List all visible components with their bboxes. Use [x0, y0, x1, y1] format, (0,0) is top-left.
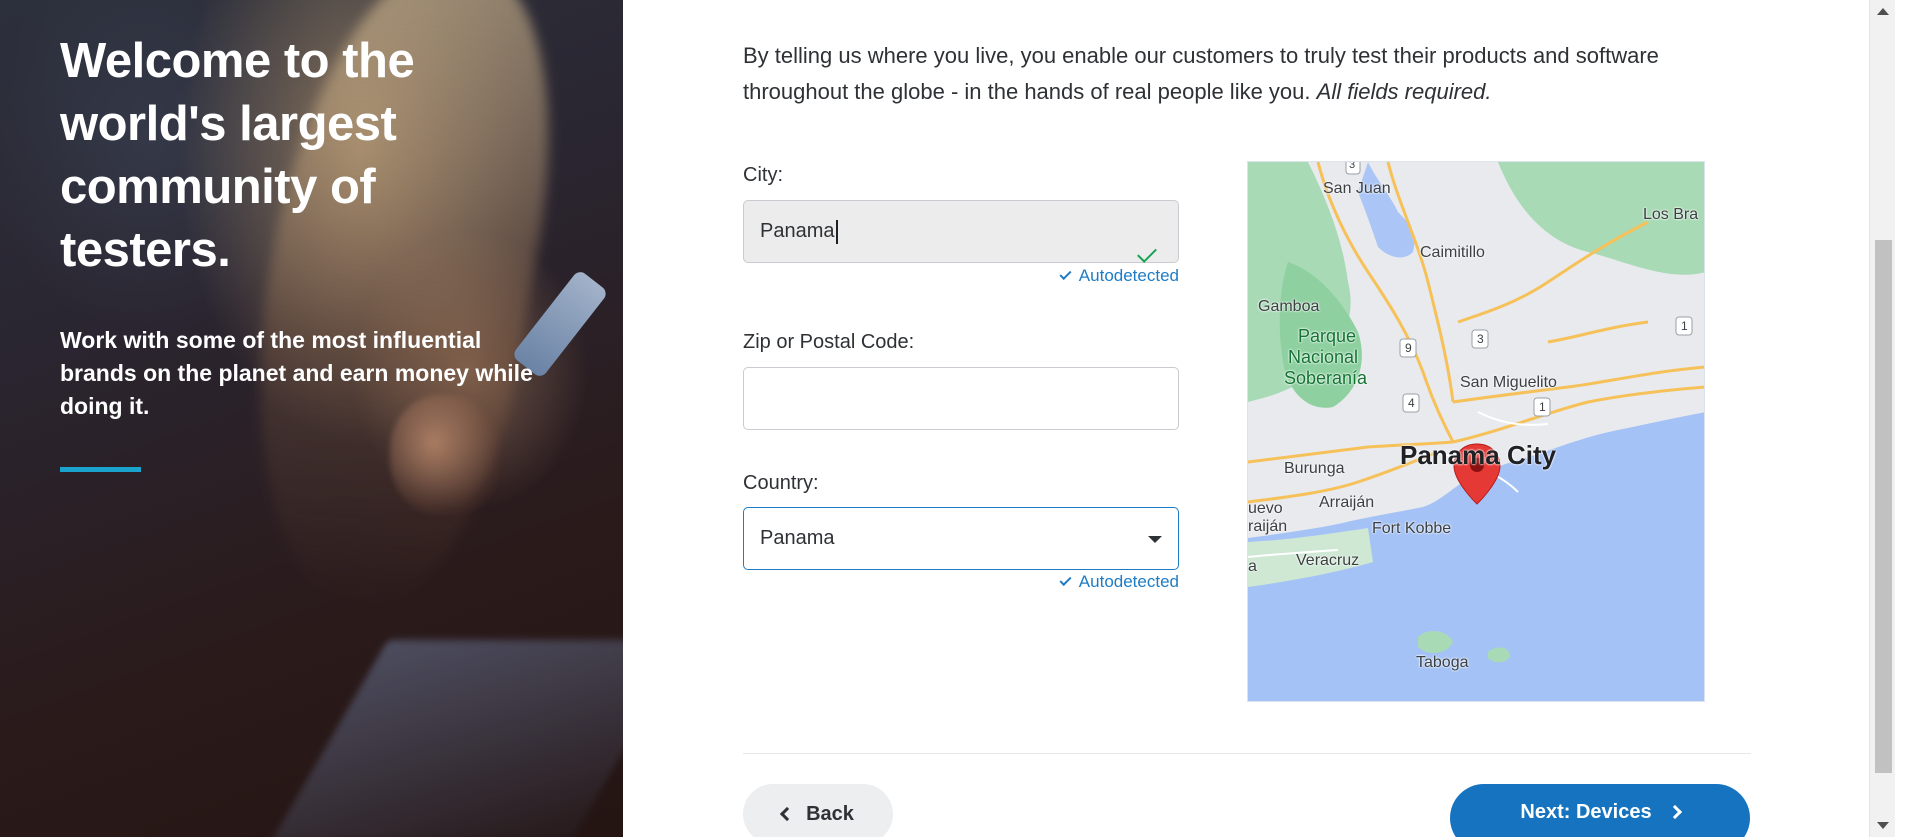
- chevron-right-icon: [1667, 804, 1682, 820]
- city-autodetected: Autodetected: [1048, 266, 1179, 286]
- scrollbar-thumb[interactable]: [1875, 240, 1892, 773]
- map-label: Fort Kobbe: [1372, 520, 1452, 537]
- next-button-label: Next: Devices: [1520, 800, 1652, 823]
- next-devices-button[interactable]: Next: Devices: [1450, 784, 1750, 837]
- scroll-up-arrow-icon[interactable]: [1877, 8, 1889, 15]
- country-autodetected: Autodetected: [1048, 572, 1179, 592]
- map-label: a: [1248, 558, 1257, 575]
- map-label: Veracruz: [1296, 552, 1360, 569]
- chevron-left-icon: [780, 806, 795, 822]
- valid-check-icon: [1137, 243, 1157, 263]
- zip-input[interactable]: [743, 367, 1179, 430]
- location-map[interactable]: 3 9 3 1 4 1 San Juan Los Bra Caimitillo …: [1247, 161, 1705, 702]
- map-shield: 1: [1681, 319, 1688, 333]
- dropdown-arrow-icon: [1148, 536, 1162, 543]
- country-select-value: Panama: [760, 527, 835, 549]
- hero-subtext: Work with some of the most influential b…: [60, 327, 533, 419]
- map-label: San Miguelito: [1460, 374, 1557, 391]
- hero-accent-bar: [60, 467, 141, 472]
- city-label: City:: [743, 164, 783, 186]
- back-button-label: Back: [806, 802, 854, 825]
- map-label: uevo: [1248, 500, 1283, 517]
- hero-headline: Welcome to the world's largest community…: [60, 34, 415, 277]
- map-shield: 4: [1408, 396, 1415, 410]
- map-label: Parque: [1298, 326, 1357, 346]
- map-label: Burunga: [1284, 460, 1345, 477]
- page-scrollbar[interactable]: [1869, 0, 1895, 837]
- intro-text: By telling us where you live, you enable…: [743, 38, 1763, 110]
- zip-label: Zip or Postal Code:: [743, 331, 915, 353]
- required-note: All fields required.: [1316, 79, 1492, 104]
- city-input-value: Panama: [760, 220, 835, 242]
- map-label: Caimitillo: [1420, 244, 1485, 261]
- scroll-down-arrow-icon[interactable]: [1877, 822, 1889, 829]
- country-select[interactable]: Panama: [743, 507, 1179, 570]
- city-input[interactable]: Panama: [743, 200, 1179, 263]
- map-label: Gamboa: [1258, 298, 1320, 315]
- map-shield: 3: [1477, 332, 1484, 346]
- map-label: raiján: [1248, 518, 1288, 535]
- hero-panel: Welcome to the world's largest community…: [0, 0, 623, 837]
- text-cursor: [835, 219, 838, 244]
- map-label: San Juan: [1323, 180, 1391, 197]
- map-shield: 9: [1405, 341, 1412, 355]
- map-label: Arraiján: [1319, 494, 1375, 511]
- hero-photo-background: [272, 640, 623, 837]
- intro-description: By telling us where you live, you enable…: [743, 43, 1659, 104]
- back-button[interactable]: Back: [743, 784, 893, 837]
- map-graphic: [1248, 162, 1704, 663]
- city-autodetected-label: Autodetected: [1078, 266, 1179, 285]
- map-shield: 3: [1349, 161, 1356, 171]
- map-label: Soberanía: [1284, 368, 1368, 388]
- country-autodetected-label: Autodetected: [1078, 572, 1179, 591]
- map-label: Los Bra: [1643, 206, 1699, 223]
- check-icon: [1059, 267, 1072, 281]
- map-label-city: Panama City: [1400, 440, 1557, 470]
- divider: [743, 753, 1751, 754]
- country-label: Country:: [743, 472, 819, 494]
- check-icon: [1059, 573, 1072, 587]
- map-shield: 1: [1539, 400, 1546, 414]
- map-label: Taboga: [1416, 654, 1469, 671]
- map-label: Nacional: [1288, 347, 1359, 367]
